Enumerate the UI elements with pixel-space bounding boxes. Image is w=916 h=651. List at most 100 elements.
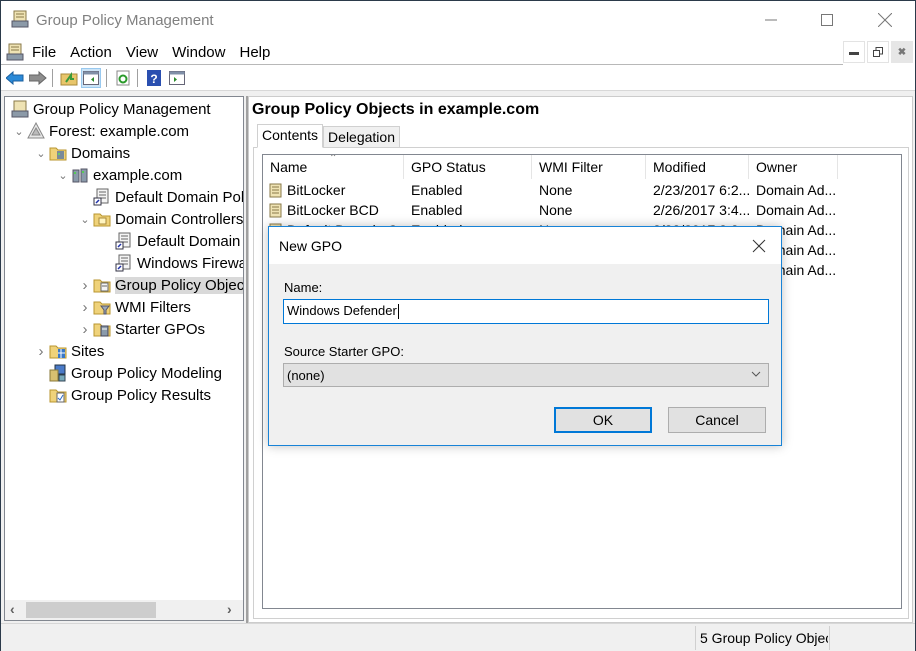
back-button[interactable] <box>5 68 25 88</box>
tab-delegation[interactable]: Delegation <box>323 126 400 148</box>
gpo-name-input[interactable]: Windows Defender <box>283 299 769 324</box>
up-one-level-button[interactable] <box>59 68 79 88</box>
mdi-minimize-button[interactable]: ▬ <box>843 41 865 63</box>
menu-action[interactable]: Action <box>70 44 119 61</box>
tree-item-group-policy-modeling[interactable]: Group Policy Modeling <box>33 362 222 384</box>
tree-item-label: example.com <box>93 166 183 184</box>
tree-horizontal-scrollbar[interactable]: ‹ › <box>5 600 243 620</box>
pane-title: Group Policy Objects in example.com <box>252 101 540 118</box>
status-bar: 5 Group Policy Objects <box>1 623 915 651</box>
cell-wmi: None <box>539 202 573 218</box>
show-hide-action-pane-button[interactable] <box>167 68 187 88</box>
column-header-modified[interactable]: Modified <box>646 155 749 179</box>
tree-item-label: Group Policy Modeling <box>71 364 222 382</box>
column-header-gpo-status[interactable]: GPO Status <box>404 155 532 179</box>
toolbar: ? <box>1 65 915 91</box>
domains-folder-icon <box>49 144 67 162</box>
scroll-right-icon[interactable]: › <box>227 601 232 617</box>
mdi-restore-button[interactable] <box>867 41 889 63</box>
source-starter-gpo-select[interactable]: (none) <box>283 363 769 387</box>
chevron-right-icon[interactable]: › <box>33 343 49 360</box>
minimize-button[interactable] <box>742 1 800 39</box>
tree-item-group-policy-results[interactable]: Group Policy Results <box>33 384 211 406</box>
tree-item-default-domain-policy[interactable]: Default Domain Policy <box>77 186 243 208</box>
source-starter-gpo-label: Source Starter GPO: <box>284 344 404 359</box>
chevron-right-icon[interactable]: › <box>77 321 93 338</box>
action-pane-icon <box>169 71 185 85</box>
close-button[interactable] <box>856 1 914 39</box>
cancel-button[interactable]: Cancel <box>668 407 766 433</box>
tree-item-domain-controllers[interactable]: ⌄ Domain Controllers <box>77 208 243 230</box>
minimize-icon: ▬ <box>849 46 859 58</box>
tree-item-group-policy-objects[interactable]: › Group Policy Objects <box>77 274 243 296</box>
chevron-right-icon[interactable]: › <box>77 299 93 316</box>
restore-icon <box>873 47 883 57</box>
column-header-wmi-filter[interactable]: WMI Filter <box>532 155 646 179</box>
chevron-down-icon[interactable]: ⌄ <box>55 169 71 182</box>
gpo-link-icon <box>115 254 133 272</box>
ou-folder-icon <box>93 210 111 228</box>
mdi-close-button[interactable]: ✖ <box>891 41 913 63</box>
cell-modified: 2/23/2017 6:2... <box>653 182 749 198</box>
menu-window[interactable]: Window <box>172 44 232 61</box>
gpo-link-icon <box>93 188 111 206</box>
domain-icon <box>71 166 89 184</box>
status-text: 5 Group Policy Objects <box>700 630 828 646</box>
column-header-name[interactable]: Name <box>263 155 404 179</box>
cell-name: BitLocker BCD <box>287 202 379 218</box>
system-menu-icon[interactable] <box>6 43 24 61</box>
toolbar-separator <box>137 69 138 87</box>
tree-item-domains[interactable]: ⌄ Domains <box>33 142 130 164</box>
back-arrow-icon <box>6 71 24 85</box>
tree-item-label: Default Domain Controllers Policy <box>137 232 243 250</box>
scrollbar-thumb[interactable] <box>26 602 156 618</box>
tree-item-label: Sites <box>71 342 105 360</box>
dialog-close-button[interactable] <box>747 235 771 257</box>
menu-view[interactable]: View <box>126 44 165 61</box>
gpo-row[interactable]: BitLocker BCD Enabled None 2/26/2017 3:4...… <box>263 200 901 220</box>
name-label: Name: <box>284 280 323 295</box>
tree-item-label: Starter GPOs <box>115 320 206 338</box>
window-title: Group Policy Management <box>36 12 214 29</box>
chevron-right-icon[interactable]: › <box>77 277 93 294</box>
maximize-button[interactable] <box>798 1 856 39</box>
tree-item-sites[interactable]: › Sites <box>33 340 105 362</box>
tree-item-forest-example-com[interactable]: ⌄ Forest: example.com <box>11 120 189 142</box>
tree-item-label: Group Policy Objects <box>115 276 243 294</box>
mdi-controls: ▬ ✖ <box>843 41 913 63</box>
gpo-row[interactable]: BitLocker Enabled None 2/23/2017 6:2... Doma… <box>263 180 901 200</box>
menu-help[interactable]: Help <box>239 44 277 61</box>
refresh-button[interactable] <box>113 68 133 88</box>
modeling-icon <box>49 364 67 382</box>
tree-item-windows-firewall[interactable]: Windows Firewall <box>99 252 244 274</box>
show-hide-console-tree-button[interactable] <box>81 68 101 88</box>
text-caret <box>397 304 399 320</box>
new-gpo-dialog: New GPO Name: Windows Defender Source St… <box>268 226 782 446</box>
tab-contents[interactable]: Contents <box>257 124 324 148</box>
tree-item-default-domain-controllers-policy[interactable]: Default Domain Controllers Policy <box>99 230 243 252</box>
tree-item-label: WMI Filters <box>115 298 191 316</box>
scroll-left-icon[interactable]: ‹ <box>10 601 15 617</box>
help-icon: ? <box>147 70 161 86</box>
tree-item-label: Windows Firewall <box>137 254 244 272</box>
close-icon: ✖ <box>897 46 907 58</box>
help-button[interactable]: ? <box>144 68 164 88</box>
tree-item-example-com[interactable]: ⌄ example.com <box>55 164 182 186</box>
chevron-down-icon[interactable]: ⌄ <box>77 213 93 226</box>
chevron-down-icon[interactable]: ⌄ <box>33 147 49 160</box>
column-header-owner[interactable]: Owner <box>749 155 838 179</box>
title-bar: Group Policy Management <box>1 1 915 39</box>
gpo-name-value: Windows Defender <box>287 303 397 318</box>
console-tree: Group Policy Management ⌄ Forest: example.… <box>4 96 244 621</box>
menu-file[interactable]: File <box>32 44 63 61</box>
chevron-down-icon[interactable]: ⌄ <box>11 125 27 138</box>
forward-button[interactable] <box>28 68 48 88</box>
tree-item-wmi-filters[interactable]: › WMI Filters <box>77 296 191 318</box>
toolbar-separator <box>106 69 107 87</box>
tree-item-group-policy-management[interactable]: Group Policy Management <box>7 98 211 120</box>
cell-name: BitLocker <box>287 182 346 198</box>
tree-item-starter-gpos[interactable]: › Starter GPOs <box>77 318 206 340</box>
forward-arrow-icon <box>29 71 47 85</box>
ok-button[interactable]: OK <box>554 407 652 433</box>
gpm-icon <box>11 100 29 118</box>
